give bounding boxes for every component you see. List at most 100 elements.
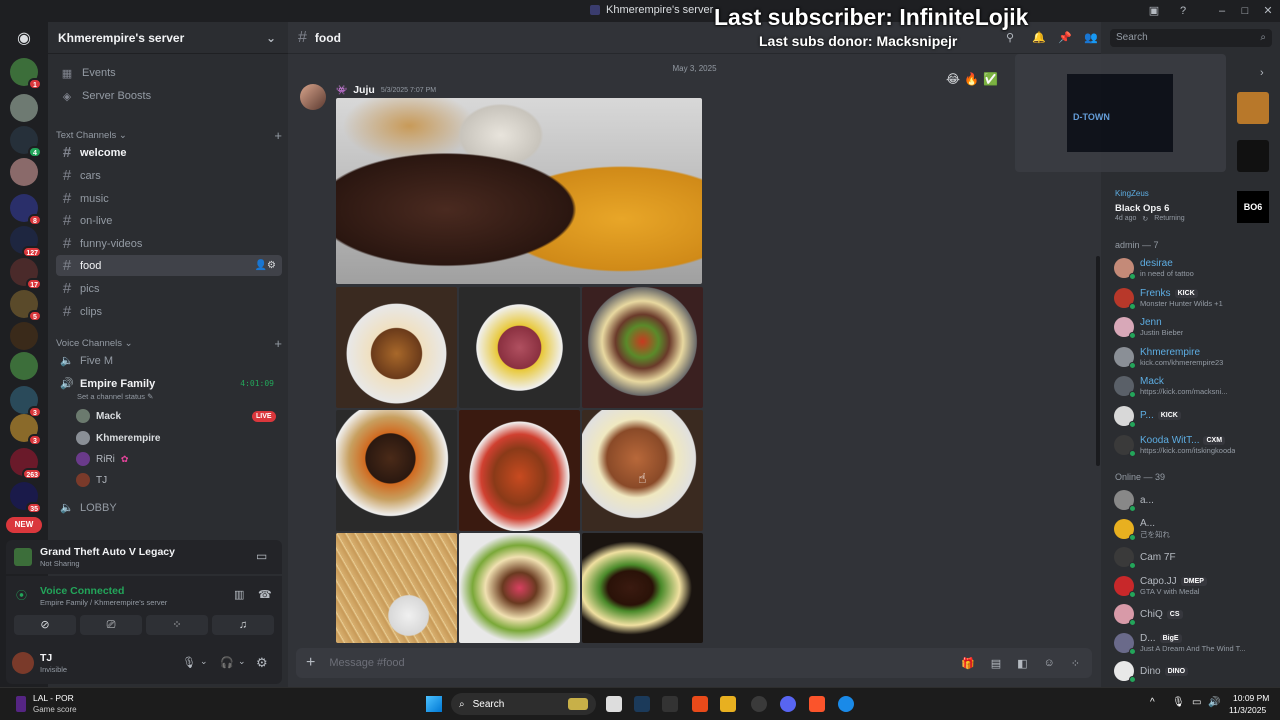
server-icon-8[interactable]: 5 <box>10 290 42 322</box>
bell-icon[interactable]: 🔔 <box>1032 31 1046 44</box>
clock-time[interactable]: 10:09 PM <box>1233 693 1269 703</box>
server-icon-1[interactable]: 1 <box>10 58 42 90</box>
server-icon-10[interactable] <box>10 352 38 380</box>
gift-icon[interactable]: 🎁 <box>961 657 975 670</box>
discord-home-icon[interactable]: ◉ <box>12 28 36 48</box>
server-header[interactable]: Khmerempire's server ⌄ <box>48 22 288 54</box>
epic-games-icon[interactable] <box>662 696 678 712</box>
threads-icon[interactable]: ⚲ <box>1006 31 1014 44</box>
reaction[interactable]: 😂 <box>946 72 960 86</box>
invite-icon[interactable]: 👤⚙ <box>255 260 276 271</box>
server-icon-3[interactable]: 4 <box>10 126 42 158</box>
channel-cars[interactable]: # cars <box>56 165 282 186</box>
help-icon[interactable]: ? <box>1175 3 1191 19</box>
voice-location[interactable]: Empire Family / Khmerempire's server <box>40 598 167 607</box>
category-text-channels[interactable]: Text Channels ⌄ + <box>56 128 282 143</box>
voice-user-tj[interactable]: TJ <box>76 470 107 490</box>
minimize-button[interactable]: – <box>1214 3 1230 19</box>
server-icon-11[interactable]: 3 <box>10 386 42 418</box>
pin-icon[interactable]: 📌 <box>1058 31 1072 44</box>
member-row[interactable]: Frenks KICK Monster Hunter Wilds +1 <box>1114 284 1276 312</box>
activities-button[interactable]: ⁘ <box>146 615 208 635</box>
add-channel-icon[interactable]: + <box>274 336 282 351</box>
category-voice-channels[interactable]: Voice Channels ⌄ + <box>56 336 282 351</box>
search-input[interactable]: Search ⌕ <box>1110 29 1272 47</box>
start-icon[interactable] <box>426 696 442 712</box>
chevron-up-icon[interactable]: ^ <box>1150 697 1155 708</box>
server-icon-5[interactable]: 8 <box>10 194 42 226</box>
server-icon-7[interactable]: 17 <box>10 258 42 290</box>
member-row[interactable]: Jenn Justin Bieber <box>1114 313 1276 341</box>
food-image-3[interactable] <box>459 287 580 408</box>
app-icon[interactable] <box>692 696 708 712</box>
activity-card[interactable]: KingZeus Black Ops 6 4d ago ↻ Returning BO… <box>1110 183 1276 227</box>
discord-icon[interactable] <box>780 696 796 712</box>
nav-server-boosts[interactable]: ◈ Server Boosts <box>56 86 282 106</box>
share-screen-button[interactable]: ⎚ <box>80 615 142 635</box>
clock-date[interactable]: 11/3/2025 <box>1229 705 1266 715</box>
food-image-4[interactable] <box>582 287 703 408</box>
member-row[interactable]: Dino DINO <box>1114 657 1276 685</box>
channel-funny-videos[interactable]: # funny-videos <box>56 233 282 254</box>
server-icon-12[interactable]: 3 <box>10 414 42 446</box>
food-image-10[interactable] <box>582 533 703 643</box>
member-row[interactable]: Kooda WitT... CXM https://kick.com/itsking… <box>1114 431 1276 459</box>
channel-clips[interactable]: # clips <box>56 301 282 322</box>
voice-channel-lobby[interactable]: 🔈 LOBBY <box>56 497 282 518</box>
message-input[interactable]: Message #food <box>329 657 404 669</box>
add-attachment-icon[interactable]: + <box>306 654 315 672</box>
scoreboard-title[interactable]: LAL - POR <box>33 693 74 703</box>
sticker-icon[interactable]: ◧ <box>1017 657 1027 670</box>
member-row[interactable]: ChiQ CS <box>1114 600 1276 628</box>
chevron-down-icon[interactable]: ⌄ <box>200 656 208 667</box>
soundboard-button[interactable]: ♫ <box>212 615 274 635</box>
voice-user-riri[interactable]: RiRi ✿ <box>76 449 128 469</box>
member-row[interactable]: P... KICK <box>1114 402 1276 430</box>
task-view-icon[interactable] <box>606 696 622 712</box>
food-image-5[interactable] <box>336 410 457 531</box>
message-composer[interactable]: + Message #food 🎁 ▤ ◧ ☺ ⁘ <box>296 648 1092 678</box>
food-image-main[interactable] <box>336 98 702 284</box>
headphones-icon[interactable]: 🎧 <box>220 656 234 669</box>
member-list-icon[interactable]: 👥 <box>1084 31 1098 44</box>
gif-icon[interactable]: ▤ <box>991 657 1001 670</box>
disconnect-icon[interactable]: ☎ <box>258 588 272 601</box>
channel-welcome[interactable]: # welcome <box>56 142 282 163</box>
network-icon[interactable]: ▭ <box>1192 697 1201 708</box>
microphone-icon[interactable]: 🎙 <box>182 656 196 669</box>
server-icon-13[interactable]: 263 <box>10 448 42 480</box>
channel-music[interactable]: # music <box>56 188 282 209</box>
gear-icon[interactable]: ⚙ <box>256 655 268 671</box>
noise-suppression-icon[interactable]: ▥ <box>234 588 244 601</box>
voice-status[interactable]: Voice Connected <box>40 585 124 597</box>
server-icon-14[interactable]: 35 <box>10 482 42 514</box>
channel-status[interactable]: Set a channel status ✎ <box>77 392 153 401</box>
emoji-icon[interactable]: ☺ <box>1044 657 1055 670</box>
member-row[interactable]: Capo.JJ DMEP GTA V with Medal <box>1114 572 1276 600</box>
close-button[interactable]: ✕ <box>1260 3 1276 19</box>
server-icon-6[interactable]: 127 <box>10 226 42 258</box>
voice-channel-empire-family[interactable]: 🔊 Empire Family 4:01:09 <box>56 373 282 394</box>
nav-events[interactable]: ▦ Events <box>56 63 282 83</box>
avatar[interactable] <box>300 84 326 110</box>
member-row[interactable]: A... 己を知れ <box>1114 515 1276 543</box>
server-icon-4[interactable] <box>10 158 38 186</box>
new-badge[interactable]: NEW <box>6 517 42 533</box>
app-icon[interactable] <box>751 696 767 712</box>
channel-on-live[interactable]: # on-live <box>56 210 282 231</box>
stream-preview-popup[interactable]: D-TOWN <box>1015 54 1226 172</box>
member-row[interactable]: Mack https://kick.com/macksni... <box>1114 372 1276 400</box>
scrollbar[interactable] <box>1096 256 1100 466</box>
food-image-2[interactable] <box>336 287 457 408</box>
steam-icon[interactable] <box>634 696 650 712</box>
food-image-6[interactable] <box>459 410 580 531</box>
app-icon[interactable] <box>838 696 854 712</box>
member-row[interactable]: desirae in need of tattoo <box>1114 254 1276 282</box>
sports-icon[interactable] <box>16 696 26 712</box>
member-row[interactable]: D... BigE Just A Dream And The Wind T... <box>1114 629 1276 657</box>
message-author[interactable]: Juju <box>353 84 375 96</box>
inbox-icon[interactable]: ▣ <box>1146 3 1162 19</box>
reaction[interactable]: 🔥 <box>964 72 979 86</box>
member-row[interactable]: a... <box>1114 486 1276 514</box>
apps-icon[interactable]: ⁘ <box>1071 657 1080 670</box>
